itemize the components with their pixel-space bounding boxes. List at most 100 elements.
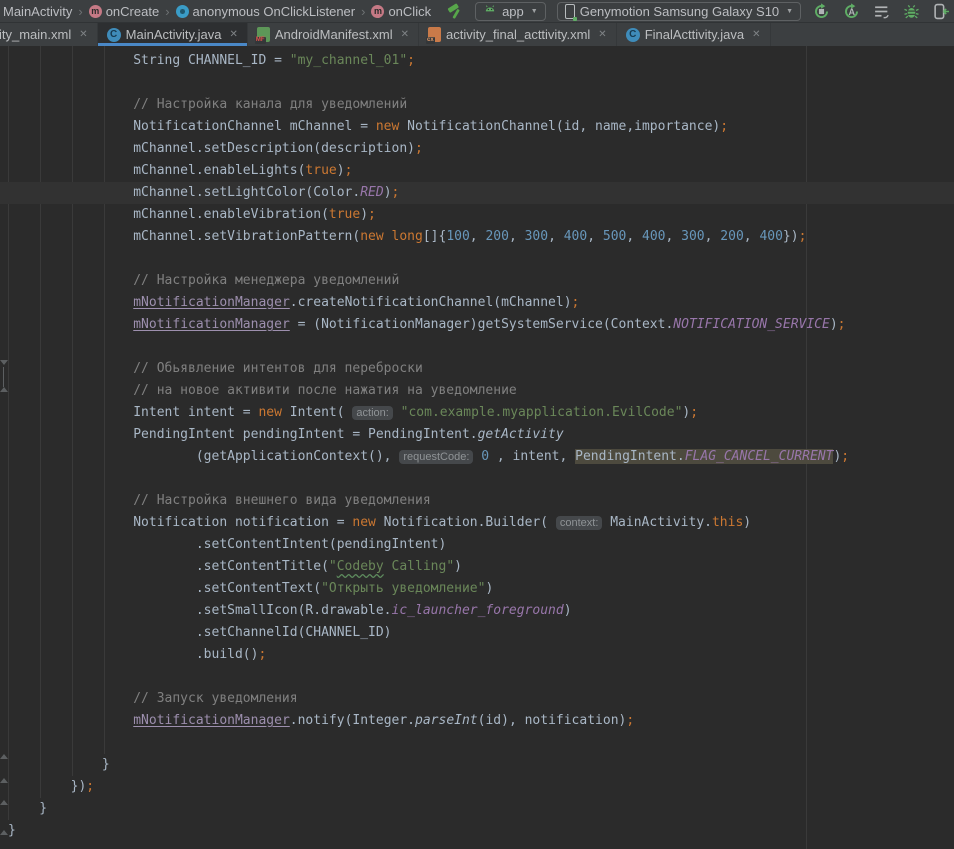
close-tab-icon[interactable]: ✕ xyxy=(229,29,237,40)
code-segment: Notification notification = xyxy=(8,515,352,530)
android-head-icon xyxy=(483,3,497,20)
breadcrumb-item-oncreate[interactable]: monCreate xyxy=(89,4,159,19)
code-segment: , xyxy=(666,229,682,244)
code-segment: , xyxy=(509,229,525,244)
code-line xyxy=(0,248,954,270)
code-segment: } xyxy=(8,757,110,772)
code-segment: ) xyxy=(830,317,838,332)
code-segment: Codeby xyxy=(337,559,384,574)
code-segment: new xyxy=(258,405,281,420)
code-segment: ; xyxy=(258,647,266,662)
code-segment: ; xyxy=(626,713,634,728)
close-tab-icon[interactable]: ✕ xyxy=(401,29,409,40)
code-segment xyxy=(8,295,133,310)
fold-marker-icon[interactable] xyxy=(0,387,8,392)
xml-badge: cx xyxy=(426,37,435,44)
close-tab-icon[interactable]: ✕ xyxy=(598,29,606,40)
code-segment: mNotificationManager xyxy=(133,295,290,310)
anonymous-class-icon xyxy=(176,5,189,18)
tab-activity-final-acttivity-xml[interactable]: cx activity_final_acttivity.xml ✕ xyxy=(419,23,617,46)
device-selector[interactable]: Genymotion Samsung Galaxy S10 ▼ xyxy=(557,2,801,21)
code-segment: 300 xyxy=(681,229,704,244)
run-actions: A xyxy=(813,3,950,20)
code-segment: action: xyxy=(352,406,392,420)
code-segment: mChannel.setDescription(description) xyxy=(8,141,415,156)
fold-marker-icon[interactable] xyxy=(0,754,8,759)
breadcrumb-item-anonymous-onclicklistener[interactable]: anonymous OnClickListener xyxy=(176,4,356,19)
tab-finalacttivity-java[interactable]: CFinalActtivity.java✕ xyxy=(617,23,771,46)
code-segment: true xyxy=(305,163,336,178)
code-segment: 200 xyxy=(485,229,508,244)
code-segment: 400 xyxy=(759,229,782,244)
code-segment: .setChannelId(CHANNEL_ID) xyxy=(8,625,392,640)
code-segment: // Обьявление интентов для переброски xyxy=(8,361,423,376)
code-segment: 0 xyxy=(481,449,489,464)
apply-changes-restart-icon[interactable] xyxy=(813,3,830,20)
chevron-down-icon: ▼ xyxy=(786,8,793,15)
code-segment: 100 xyxy=(446,229,469,244)
close-tab-icon[interactable]: ✕ xyxy=(752,29,760,40)
code-segment: mChannel.enableLights( xyxy=(8,163,305,178)
code-segment: , xyxy=(548,229,564,244)
code-editor[interactable]: String CHANNEL_ID = "my_channel_01"; // … xyxy=(0,46,954,849)
code-segment: NOTIFICATION_SERVICE xyxy=(673,317,830,332)
code-line: .setContentText("Открыть уведомление") xyxy=(0,578,954,600)
tab-androidmanifest-xml[interactable]: MFAndroidManifest.xml✕ xyxy=(248,23,419,46)
code-segment: ) xyxy=(384,185,392,200)
code-line: } xyxy=(0,798,954,820)
code-line xyxy=(0,468,954,490)
tab-label: ity_main.xml xyxy=(0,27,71,42)
code-segment: FLAG_CANCEL_CURRENT xyxy=(685,449,834,464)
code-area[interactable]: String CHANNEL_ID = "my_channel_01"; // … xyxy=(0,46,954,849)
build-hammer-icon[interactable] xyxy=(447,3,464,20)
breadcrumb-item-onclick[interactable]: monClick xyxy=(371,4,431,19)
tab-mainactivity-java[interactable]: CMainActivity.java✕ xyxy=(98,23,248,46)
code-segment: "my_channel_01" xyxy=(290,53,407,68)
tab-label: activity_final_acttivity.xml xyxy=(446,27,590,42)
code-segment: ; xyxy=(86,779,94,794)
tab-ity-main-xml[interactable]: ity_main.xml ✕ xyxy=(0,23,98,46)
editor-tab-bar: ity_main.xml✕CMainActivity.java✕MFAndroi… xyxy=(0,22,954,46)
code-segment: ; xyxy=(407,53,415,68)
profiler-icon[interactable] xyxy=(873,3,890,20)
code-line xyxy=(0,336,954,358)
code-segment: Intent( xyxy=(282,405,352,420)
code-line: mNotificationManager.notify(Integer.pars… xyxy=(0,710,954,732)
svg-text:A: A xyxy=(849,6,856,16)
fold-marker-icon[interactable] xyxy=(0,800,8,805)
code-segment: 300 xyxy=(525,229,548,244)
code-segment: , xyxy=(470,229,486,244)
code-segment: mNotificationManager xyxy=(133,317,290,332)
code-segment: 400 xyxy=(564,229,587,244)
chevron-down-icon: ▼ xyxy=(531,8,538,15)
code-line: Intent intent = new Intent( action: "com… xyxy=(0,402,954,424)
close-tab-icon[interactable]: ✕ xyxy=(79,29,87,40)
code-line: mChannel.enableVibration(true); xyxy=(0,204,954,226)
code-segment: " xyxy=(329,559,337,574)
code-segment: Intent intent = xyxy=(8,405,258,420)
code-line: // Обьявление интентов для переброски xyxy=(0,358,954,380)
code-segment: }) xyxy=(783,229,799,244)
debug-icon[interactable] xyxy=(903,3,920,20)
code-segment: long xyxy=(392,229,423,244)
fold-marker-icon[interactable] xyxy=(0,830,8,835)
device-label: Genymotion Samsung Galaxy S10 xyxy=(580,4,779,19)
breadcrumb-item-mainactivity[interactable]: MainActivity xyxy=(3,4,72,19)
code-segment: .notify(Integer. xyxy=(290,713,415,728)
run-configuration-selector[interactable]: app ▼ xyxy=(475,2,546,21)
code-segment: ) xyxy=(743,515,751,530)
code-line: // Настройка канала для уведомлений xyxy=(0,94,954,116)
code-line: Notification notification = new Notifica… xyxy=(0,512,954,534)
code-segment: PendingIntent pendingIntent = PendingInt… xyxy=(8,427,478,442)
code-segment: , xyxy=(705,229,721,244)
fold-marker-icon[interactable] xyxy=(0,778,8,783)
code-segment: .setSmallIcon(R.drawable. xyxy=(8,603,392,618)
tab-label: AndroidManifest.xml xyxy=(275,27,393,42)
fold-marker-icon[interactable] xyxy=(0,360,8,365)
breadcrumb-separator-icon: › xyxy=(361,4,365,19)
code-segment: new xyxy=(360,229,383,244)
attach-debugger-icon[interactable] xyxy=(933,3,950,20)
code-line: (getApplicationContext(), requestCode: 0… xyxy=(0,446,954,468)
apply-code-changes-icon[interactable]: A xyxy=(843,3,860,20)
code-line: .build(); xyxy=(0,644,954,666)
